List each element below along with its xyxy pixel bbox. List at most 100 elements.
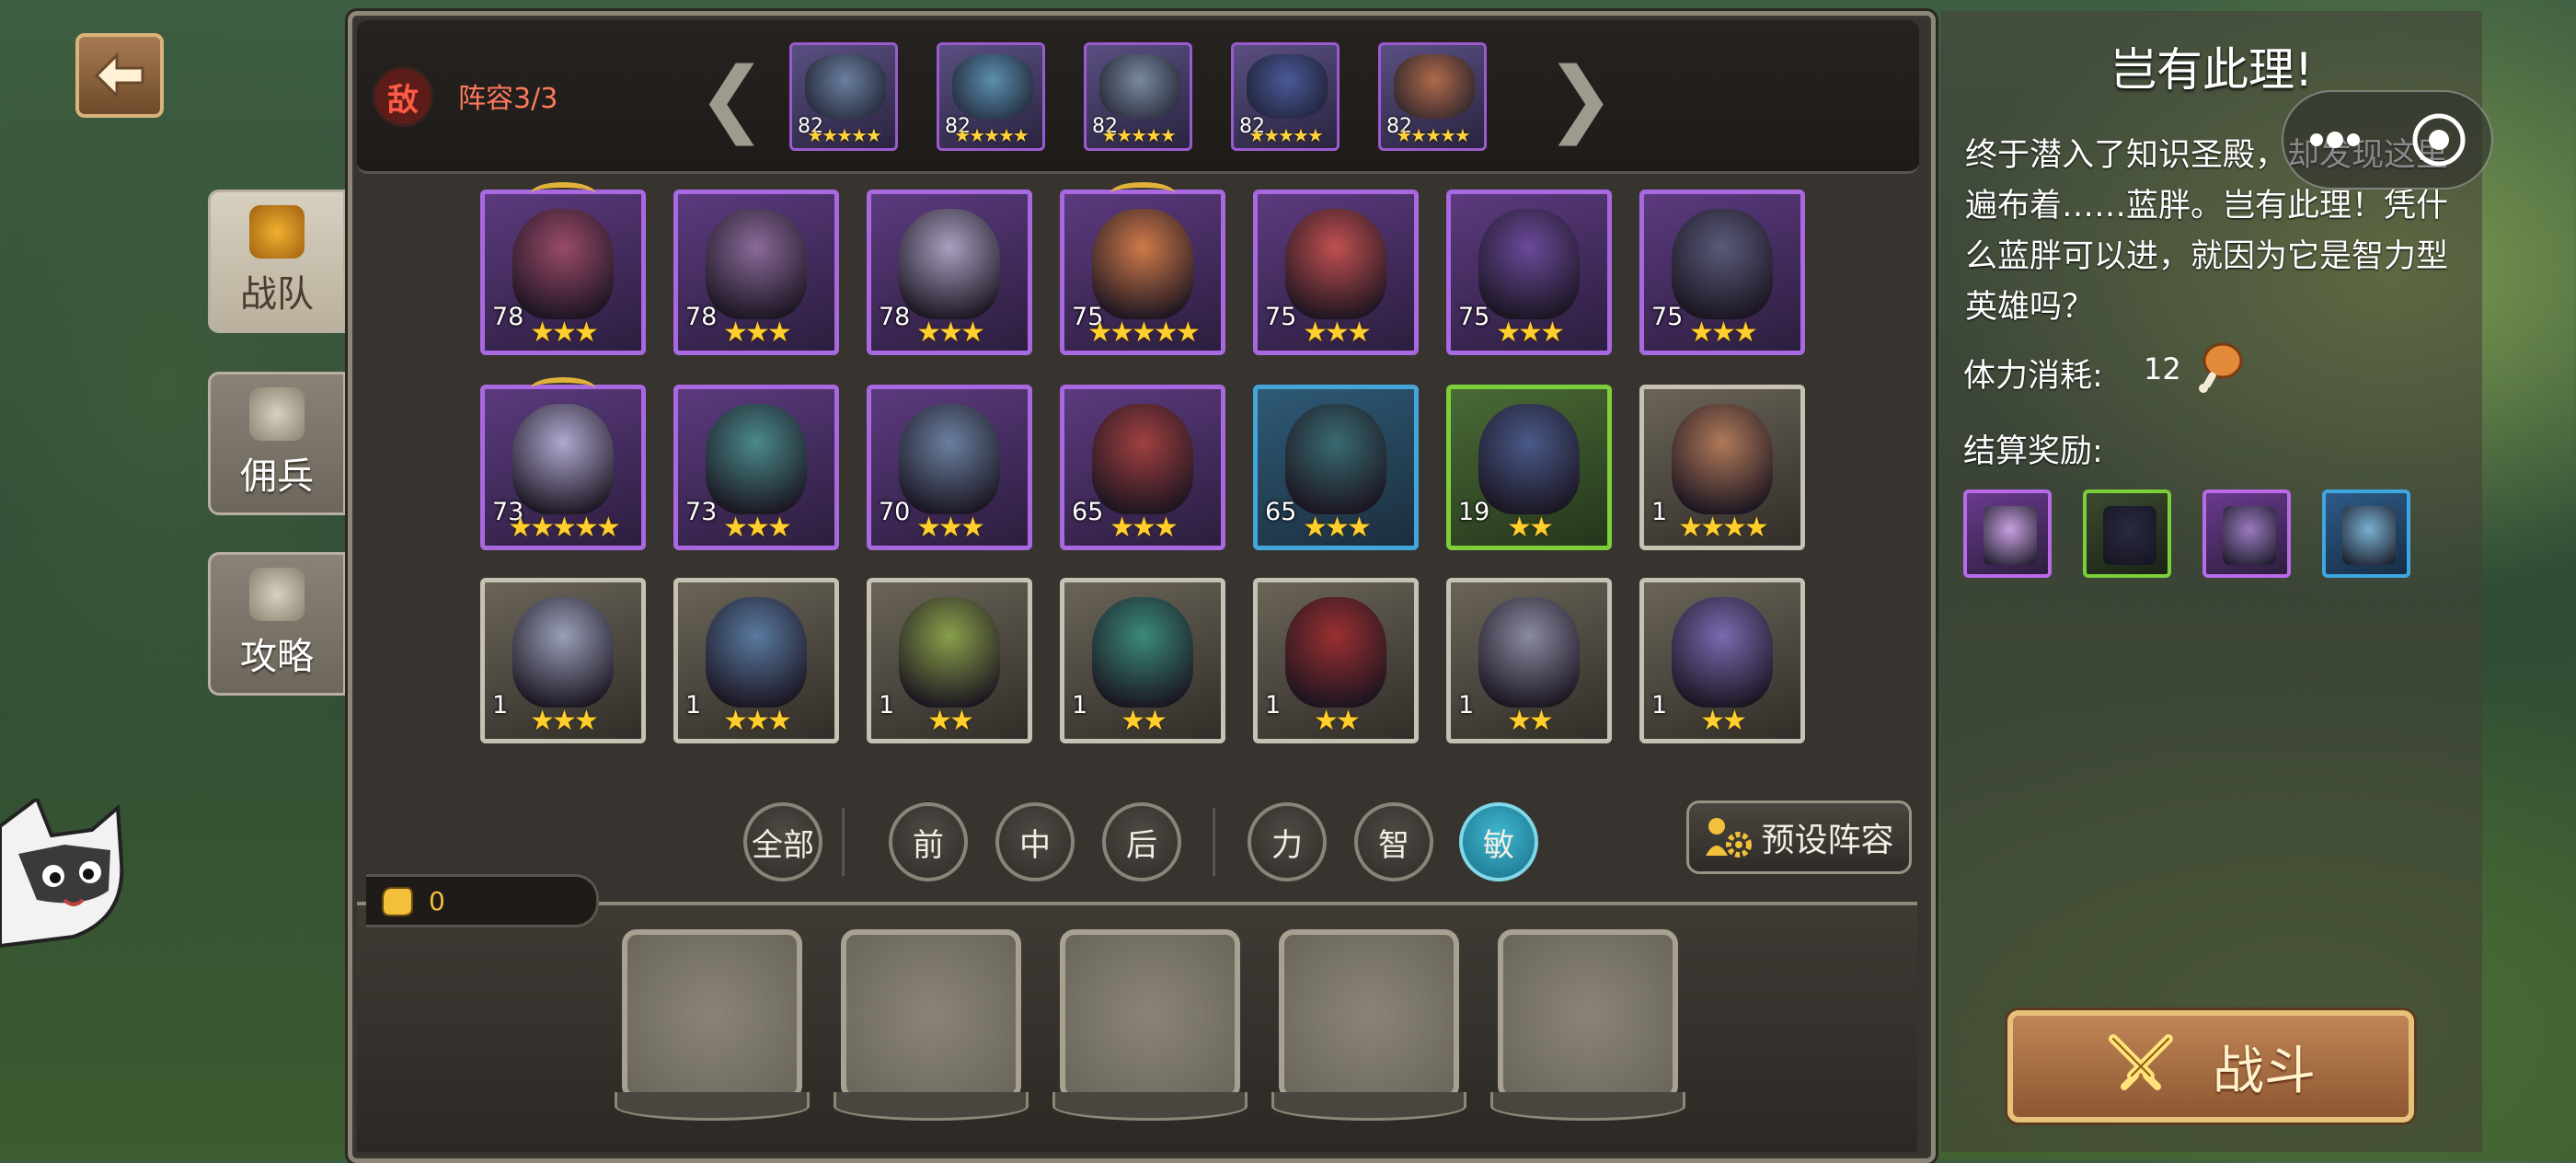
formation-slot[interactable] bbox=[1052, 929, 1248, 1121]
stamina-value: 12 bbox=[2144, 351, 2181, 386]
hero-stars: ★★ bbox=[1121, 705, 1167, 737]
hero-portrait bbox=[1092, 209, 1193, 319]
tab-mercenary-label: 佣兵 bbox=[240, 455, 314, 498]
hero-card[interactable]: 78 ★★★ bbox=[480, 190, 646, 355]
formation-slot[interactable] bbox=[1490, 929, 1685, 1121]
filter-middle-button[interactable]: 中 bbox=[995, 802, 1075, 881]
hero-stars: ★★★ bbox=[916, 317, 985, 349]
hero-card[interactable]: 19 ★★ bbox=[1446, 385, 1612, 550]
hero-card[interactable]: 1 ★★★ bbox=[480, 578, 646, 743]
hero-card[interactable]: 78 ★★★ bbox=[673, 190, 839, 355]
hero-stars: ★★ bbox=[927, 705, 974, 737]
enemy-hero-card[interactable]: 82 ★★★★★ bbox=[937, 42, 1045, 151]
hero-stars: ★★ bbox=[1700, 705, 1747, 737]
battle-label: 战斗 bbox=[2213, 1041, 2316, 1101]
mini-program-capsule bbox=[2282, 90, 2493, 190]
hero-stars: ★★★ bbox=[723, 317, 792, 349]
power-indicator: 0 bbox=[366, 874, 599, 927]
hero-stars: ★★★ bbox=[723, 512, 792, 544]
reward-item[interactable] bbox=[2202, 489, 2291, 578]
hero-stars: ★★★ bbox=[530, 705, 599, 737]
hero-portrait bbox=[1285, 404, 1386, 514]
close-target-icon[interactable] bbox=[2409, 110, 2468, 169]
next-lineup-arrow[interactable]: ❯ bbox=[1546, 57, 1615, 140]
tab-team[interactable]: 战队 bbox=[208, 190, 346, 333]
enemy-hero-card[interactable]: 82 ★★★★★ bbox=[1231, 42, 1340, 151]
hero-card[interactable]: 1 ★★★★ bbox=[1639, 385, 1805, 550]
reward-label: 结算奖励: bbox=[1963, 433, 2103, 470]
prev-lineup-arrow[interactable]: ❮ bbox=[697, 57, 766, 140]
hero-card[interactable]: 73 ★★★★★ bbox=[480, 385, 646, 550]
hero-card[interactable]: 73 ★★★ bbox=[673, 385, 839, 550]
enemy-hero-card[interactable]: 82 ★★★★★ bbox=[1378, 42, 1487, 151]
crown-icon bbox=[531, 182, 595, 204]
filter-divider bbox=[1213, 808, 1215, 876]
hero-card[interactable]: 1 ★★ bbox=[1639, 578, 1805, 743]
hero-stars: ★★★ bbox=[1689, 317, 1758, 349]
hero-portrait bbox=[1092, 404, 1193, 514]
filter-agility-button[interactable]: 敏 bbox=[1459, 802, 1538, 881]
preset-lineup-button[interactable]: 预设阵容 bbox=[1686, 800, 1912, 874]
formation-slot[interactable] bbox=[615, 929, 810, 1121]
cat-mascot-icon[interactable] bbox=[0, 799, 125, 964]
hero-card[interactable]: 1 ★★★ bbox=[673, 578, 839, 743]
hero-card[interactable]: 75 ★★★ bbox=[1253, 190, 1419, 355]
enemy-stars: ★★★★★ bbox=[1248, 124, 1324, 146]
tab-strategy-label: 攻略 bbox=[240, 636, 314, 678]
filter-front-button[interactable]: 前 bbox=[889, 802, 968, 881]
formation-slot[interactable] bbox=[1271, 929, 1466, 1121]
drumstick-icon bbox=[2199, 342, 2243, 393]
reward-item[interactable] bbox=[2322, 489, 2410, 578]
hero-card[interactable]: 65 ★★★ bbox=[1060, 385, 1225, 550]
enemy-portrait bbox=[1394, 54, 1475, 119]
tab-strategy[interactable]: 攻略 bbox=[208, 552, 346, 696]
battle-button[interactable]: 战斗 bbox=[2007, 1010, 2414, 1123]
enemy-stars: ★★★★★ bbox=[1101, 124, 1177, 146]
enemy-hero-card[interactable]: 82 ★★★★★ bbox=[789, 42, 898, 151]
hero-stars: ★★★ bbox=[1303, 512, 1372, 544]
hero-card[interactable]: 1 ★★ bbox=[1446, 578, 1612, 743]
hero-card[interactable]: 65 ★★★ bbox=[1253, 385, 1419, 550]
hero-card[interactable]: 78 ★★★ bbox=[867, 190, 1032, 355]
enemy-hero-card[interactable]: 82 ★★★★★ bbox=[1084, 42, 1192, 151]
hero-portrait bbox=[1672, 404, 1773, 514]
tab-mercenary[interactable]: 佣兵 bbox=[208, 372, 346, 515]
enemy-stars: ★★★★★ bbox=[1396, 124, 1471, 146]
hero-portrait bbox=[706, 404, 807, 514]
reward-item[interactable] bbox=[2083, 489, 2171, 578]
hero-stars: ★★ bbox=[1314, 705, 1361, 737]
hero-portrait bbox=[1092, 597, 1193, 708]
scroll-icon bbox=[1984, 506, 2037, 565]
hero-portrait bbox=[1478, 209, 1580, 319]
crossed-swords-icon bbox=[2109, 1034, 2173, 1090]
hero-card[interactable]: 1 ★★ bbox=[867, 578, 1032, 743]
back-button[interactable] bbox=[75, 33, 164, 118]
hero-card[interactable]: 70 ★★★ bbox=[867, 385, 1032, 550]
filter-back-button[interactable]: 后 bbox=[1102, 802, 1181, 881]
filter-divider bbox=[842, 808, 845, 876]
hero-portrait bbox=[899, 404, 1000, 514]
lineup-counter[interactable]: 阵容3/3 bbox=[458, 75, 558, 116]
hero-portrait bbox=[1285, 209, 1386, 319]
hero-card[interactable]: 75 ★★★★★ bbox=[1060, 190, 1225, 355]
filter-all-button[interactable]: 全部 bbox=[743, 802, 822, 881]
book-icon bbox=[249, 568, 305, 621]
hero-card[interactable]: 1 ★★ bbox=[1060, 578, 1225, 743]
hood-icon bbox=[2103, 506, 2156, 565]
hero-card[interactable]: 75 ★★★ bbox=[1446, 190, 1612, 355]
hero-portrait bbox=[706, 209, 807, 319]
crown-icon bbox=[1110, 182, 1175, 204]
enemy-portrait bbox=[1247, 54, 1328, 119]
formation-slot[interactable] bbox=[834, 929, 1029, 1121]
hero-stars: ★★★ bbox=[1496, 317, 1565, 349]
reward-item[interactable] bbox=[1963, 489, 2052, 578]
filter-strength-button[interactable]: 力 bbox=[1248, 802, 1327, 881]
filter-intellect-button[interactable]: 智 bbox=[1354, 802, 1433, 881]
hero-stars: ★★★ bbox=[723, 705, 792, 737]
hero-card[interactable]: 75 ★★★ bbox=[1639, 190, 1805, 355]
hero-portrait bbox=[512, 404, 614, 514]
more-options-icon[interactable] bbox=[2307, 129, 2363, 151]
hero-portrait bbox=[899, 209, 1000, 319]
hero-card[interactable]: 1 ★★ bbox=[1253, 578, 1419, 743]
hero-stars: ★★★★ bbox=[1678, 512, 1769, 544]
